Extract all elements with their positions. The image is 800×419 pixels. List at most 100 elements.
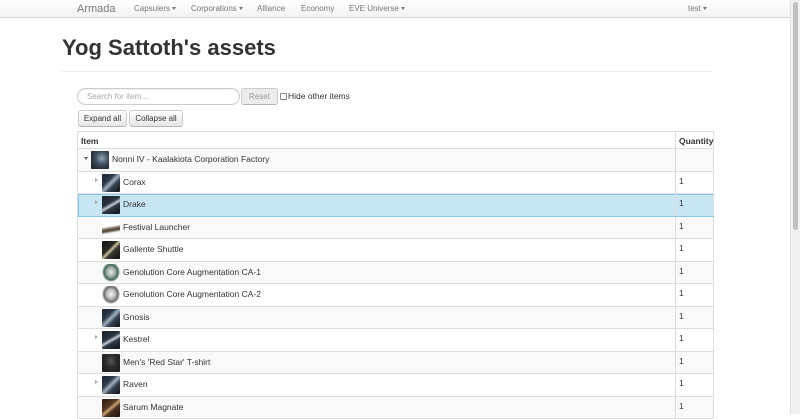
collapse-all-button[interactable]: Collapse all (129, 110, 183, 127)
quantity-cell: 1 (676, 239, 714, 261)
header-item-cell: Item (78, 132, 676, 148)
chevron-down-icon (239, 7, 243, 10)
shuttle-thumbnail (102, 241, 120, 259)
nav-alliance[interactable]: Alliance (257, 4, 285, 13)
brand-link[interactable]: Armada (77, 3, 116, 15)
item-cell: Drake (78, 194, 676, 216)
ship-thumbnail (102, 174, 120, 192)
nav-capsulers[interactable]: Capsulers (134, 4, 176, 13)
item-cell: Raven (78, 374, 676, 396)
quantity-cell: 1 (676, 172, 714, 194)
item-quantity: 1 (679, 333, 684, 343)
column-header-quantity: Quantity (679, 136, 713, 146)
table-row[interactable]: Genolution Core Augmentation CA-1 1 (78, 262, 714, 285)
item-quantity: 1 (679, 401, 684, 411)
quantity-cell: 1 (676, 262, 714, 284)
scrollbar-thumb[interactable] (793, 2, 798, 230)
quantity-cell: 1 (676, 352, 714, 374)
expand-arrow-icon[interactable] (95, 200, 98, 204)
item-quantity: 1 (679, 266, 684, 276)
implant-thumbnail (102, 264, 120, 282)
table-row[interactable]: Corax 1 (78, 172, 714, 195)
top-navbar: Armada Capsulers Corporations Alliance E… (0, 0, 790, 18)
ship-thumbnail (102, 331, 120, 349)
quantity-cell: 1 (676, 374, 714, 396)
header-quantity-cell: Quantity (676, 132, 714, 148)
table-row[interactable]: Sarum Magnate 1 (78, 397, 714, 419)
chevron-down-icon (401, 7, 405, 10)
chevron-down-icon (172, 7, 176, 10)
item-cell: Genolution Core Augmentation CA-1 (78, 262, 676, 284)
expand-all-button[interactable]: Expand all (78, 110, 127, 127)
item-cell: Corax (78, 172, 676, 194)
nav-corporations[interactable]: Corporations (191, 4, 243, 13)
user-menu[interactable]: test (688, 4, 707, 13)
ship-thumbnail (102, 309, 120, 327)
quantity-cell: 1 (676, 217, 714, 239)
item-quantity: 1 (679, 288, 684, 298)
item-name: Gnosis (123, 312, 149, 322)
nav-eve-universe-label: EVE Universe (349, 4, 399, 13)
item-name: Festival Launcher (123, 222, 190, 232)
table-row-selected[interactable]: Drake 1 (78, 194, 714, 217)
quantity-cell: 1 (676, 329, 714, 351)
ship-thumbnail (102, 196, 120, 214)
column-header-item: Item (81, 136, 98, 146)
user-name: test (688, 4, 701, 13)
item-name: Gallente Shuttle (123, 244, 183, 254)
item-quantity: 1 (679, 221, 684, 231)
implant-thumbnail (102, 286, 120, 304)
item-name: Men's 'Red Star' T-shirt (123, 357, 210, 367)
hide-other-items-toggle[interactable]: Hide other items (280, 91, 350, 101)
quantity-cell: 1 (676, 307, 714, 329)
item-quantity: 1 (679, 378, 684, 388)
collapse-arrow-icon[interactable] (84, 157, 88, 160)
item-cell: Festival Launcher (78, 217, 676, 239)
item-quantity: 1 (679, 311, 684, 321)
table-row[interactable]: Raven 1 (78, 374, 714, 397)
header-divider (62, 71, 712, 72)
launcher-thumbnail (102, 219, 120, 237)
item-cell: Genolution Core Augmentation CA-2 (78, 284, 676, 306)
quantity-cell: 1 (676, 284, 714, 306)
table-header-row: Item Quantity (78, 132, 714, 149)
nav-economy[interactable]: Economy (301, 4, 334, 13)
page-scrollbar[interactable] (790, 0, 800, 414)
hide-other-items-checkbox[interactable] (280, 93, 287, 100)
table-row[interactable]: Kestrel 1 (78, 329, 714, 352)
shirt-thumbnail (102, 354, 120, 372)
quantity-cell: 1 (676, 194, 714, 216)
item-name: Raven (123, 379, 148, 389)
expand-arrow-icon[interactable] (95, 380, 98, 384)
item-cell: Sarum Magnate (78, 397, 676, 419)
ship-thumbnail (102, 376, 120, 394)
hide-other-items-label: Hide other items (288, 91, 350, 101)
search-input[interactable] (77, 88, 240, 105)
item-quantity: 1 (679, 198, 684, 208)
item-quantity: 1 (679, 243, 684, 253)
table-row[interactable]: Gallente Shuttle 1 (78, 239, 714, 262)
item-name: Drake (123, 199, 146, 209)
reset-button[interactable]: Reset (241, 88, 278, 105)
table-row[interactable]: Festival Launcher 1 (78, 217, 714, 240)
nav-eve-universe[interactable]: EVE Universe (349, 4, 405, 13)
expand-arrow-icon[interactable] (95, 335, 98, 339)
expand-arrow-icon[interactable] (95, 178, 98, 182)
quantity-cell (676, 149, 714, 171)
item-cell: Kestrel (78, 329, 676, 351)
table-row[interactable]: Genolution Core Augmentation CA-2 1 (78, 284, 714, 307)
item-name: Genolution Core Augmentation CA-2 (123, 289, 261, 299)
chevron-down-icon (703, 7, 707, 10)
location-name: Nonni IV - Kaalakiota Corporation Factor… (112, 154, 269, 164)
table-row[interactable]: Men's 'Red Star' T-shirt 1 (78, 352, 714, 375)
item-cell: Gallente Shuttle (78, 239, 676, 261)
table-row[interactable]: Gnosis 1 (78, 307, 714, 330)
item-cell: Men's 'Red Star' T-shirt (78, 352, 676, 374)
location-row[interactable]: Nonni IV - Kaalakiota Corporation Factor… (78, 149, 714, 172)
quantity-cell: 1 (676, 397, 714, 419)
item-name: Corax (123, 177, 146, 187)
item-quantity: 1 (679, 356, 684, 366)
item-cell: Nonni IV - Kaalakiota Corporation Factor… (78, 149, 676, 171)
item-name: Sarum Magnate (123, 402, 183, 412)
nav-corporations-label: Corporations (191, 4, 237, 13)
